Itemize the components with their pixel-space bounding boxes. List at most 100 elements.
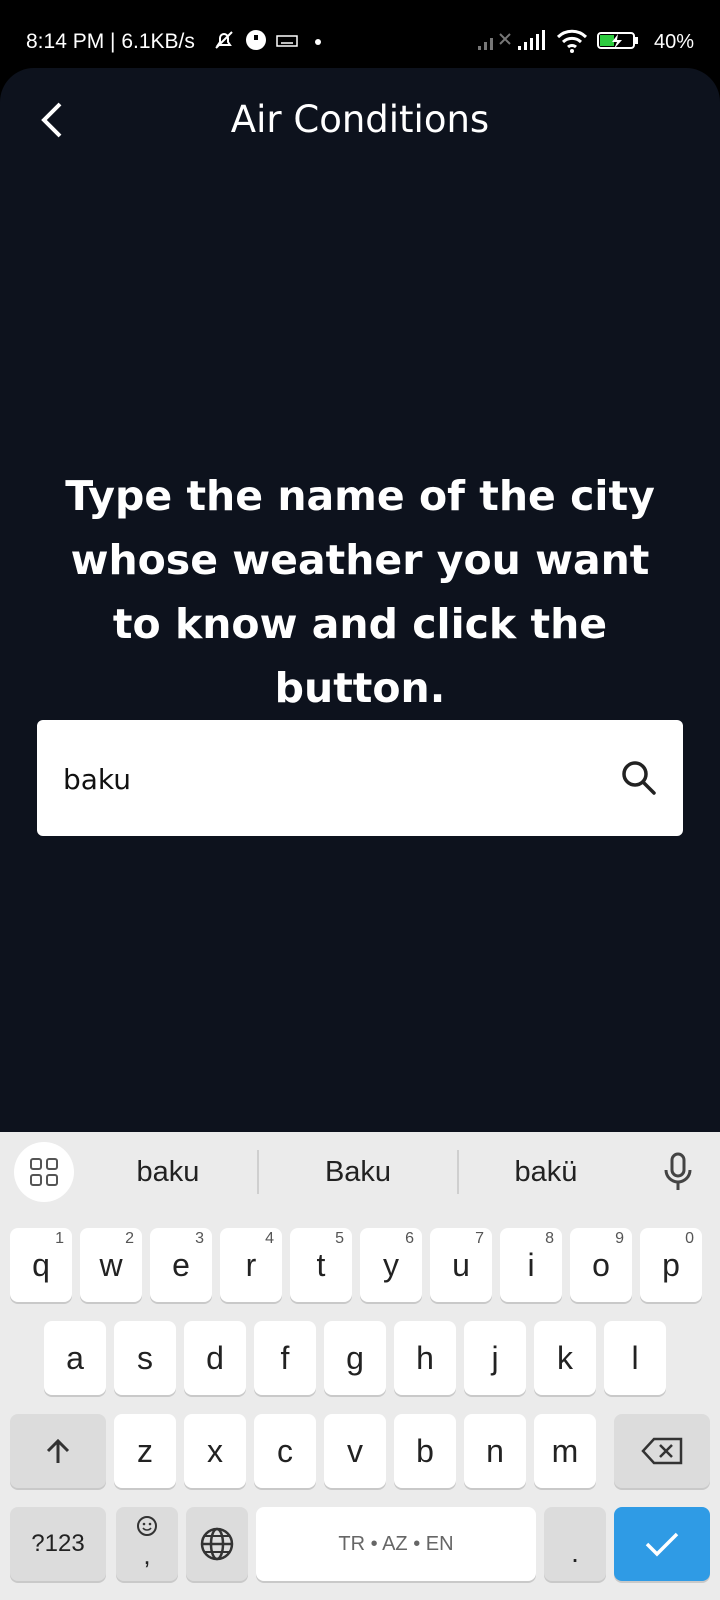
shift-key[interactable] <box>10 1414 106 1488</box>
key-z[interactable]: z <box>114 1414 176 1488</box>
key-label: z <box>137 1432 153 1469</box>
suggestion-1[interactable]: baku <box>88 1156 248 1189</box>
comma-key-label: , <box>143 1540 151 1570</box>
key-t[interactable]: 5t <box>290 1228 352 1302</box>
key-i[interactable]: 8i <box>500 1228 562 1302</box>
space-bar[interactable]: TR • AZ • EN <box>256 1507 536 1581</box>
globe-icon <box>200 1527 234 1561</box>
key-j[interactable]: j <box>464 1321 526 1395</box>
key-label: h <box>416 1339 434 1376</box>
key-d[interactable]: d <box>184 1321 246 1395</box>
search-icon <box>622 761 656 795</box>
key-a[interactable]: a <box>44 1321 106 1395</box>
key-g[interactable]: g <box>324 1321 386 1395</box>
battery-charging-icon <box>596 28 640 57</box>
key-e[interactable]: 3e <box>150 1228 212 1302</box>
key-label: n <box>486 1432 504 1469</box>
key-number-hint: 9 <box>615 1230 624 1247</box>
key-label: p <box>662 1246 680 1283</box>
key-number-hint: 2 <box>125 1230 134 1247</box>
key-number-hint: 4 <box>265 1230 274 1247</box>
key-b[interactable]: b <box>394 1414 456 1488</box>
status-time-speed: 8:14 PM | 6.1KB/s <box>26 30 195 53</box>
search-button[interactable] <box>619 758 659 798</box>
key-n[interactable]: n <box>464 1414 526 1488</box>
key-label: s <box>137 1339 153 1376</box>
symbols-key[interactable]: ?123 <box>10 1507 106 1581</box>
emoji-icon <box>137 1516 157 1536</box>
suggestion-divider <box>457 1150 459 1194</box>
key-label: g <box>346 1339 364 1376</box>
key-label: y <box>383 1246 399 1283</box>
key-label: k <box>557 1339 573 1376</box>
mute-bell-icon <box>212 28 236 57</box>
symbols-key-label: ?123 <box>31 1530 85 1557</box>
suggestion-3[interactable]: bakü <box>466 1156 626 1189</box>
app-notification-icon <box>244 28 268 57</box>
backspace-key[interactable] <box>614 1414 710 1488</box>
key-l[interactable]: l <box>604 1321 666 1395</box>
key-o[interactable]: 9o <box>570 1228 632 1302</box>
key-label: i <box>527 1246 535 1283</box>
suggestion-bar: baku Baku bakü <box>0 1132 720 1212</box>
period-key[interactable]: . <box>544 1507 606 1581</box>
page-title: Air Conditions <box>230 98 490 141</box>
key-number-hint: 6 <box>405 1230 414 1247</box>
key-label: t <box>316 1246 326 1283</box>
voice-input-button[interactable] <box>656 1150 700 1194</box>
microphone-icon <box>664 1152 692 1190</box>
key-label: o <box>592 1246 610 1283</box>
key-number-hint: 8 <box>545 1230 554 1247</box>
suggestion-2[interactable]: Baku <box>278 1156 438 1189</box>
period-key-label: . <box>571 1537 579 1568</box>
key-number-hint: 7 <box>475 1230 484 1247</box>
key-label: u <box>452 1246 470 1283</box>
space-bar-label: TR • AZ • EN <box>338 1532 454 1555</box>
shift-arrow-icon <box>46 1438 70 1463</box>
key-v[interactable]: v <box>324 1414 386 1488</box>
key-f[interactable]: f <box>254 1321 316 1395</box>
key-m[interactable]: m <box>534 1414 596 1488</box>
battery-percent: 40% <box>653 31 694 53</box>
key-r[interactable]: 4r <box>220 1228 282 1302</box>
key-label: a <box>66 1339 84 1376</box>
key-p[interactable]: 0p <box>640 1228 702 1302</box>
keyboard-notification-icon <box>276 28 298 57</box>
key-k[interactable]: k <box>534 1321 596 1395</box>
app-screen: Air Conditions Type the name of the city… <box>0 68 720 1132</box>
key-s[interactable]: s <box>114 1321 176 1395</box>
key-label: q <box>32 1246 50 1283</box>
signal-no-service-icon <box>476 28 514 57</box>
key-w[interactable]: 2w <box>80 1228 142 1302</box>
key-label: x <box>207 1432 223 1469</box>
key-label: r <box>245 1246 257 1283</box>
city-search-input[interactable] <box>61 750 605 808</box>
city-search-box <box>37 720 683 836</box>
key-label: d <box>206 1339 224 1376</box>
suggestion-divider <box>257 1150 259 1194</box>
signal-strength-icon <box>516 28 548 57</box>
key-label: l <box>631 1339 639 1376</box>
key-h[interactable]: h <box>394 1321 456 1395</box>
key-x[interactable]: x <box>184 1414 246 1488</box>
instruction-text: Type the name of the city whose weather … <box>65 472 655 712</box>
more-notifications-dot-icon <box>314 28 322 57</box>
key-label: m <box>551 1432 579 1469</box>
key-label: w <box>99 1246 123 1283</box>
key-label: b <box>416 1432 434 1469</box>
on-screen-keyboard: baku Baku bakü 1q2w3e4r5t6y7u8i9o0p asdf… <box>0 1132 720 1600</box>
comma-emoji-key[interactable]: , <box>116 1507 178 1581</box>
key-number-hint: 3 <box>195 1230 204 1247</box>
grid-icon <box>30 1158 58 1186</box>
key-number-hint: 1 <box>55 1230 64 1247</box>
key-y[interactable]: 6y <box>360 1228 422 1302</box>
key-label: f <box>280 1339 290 1376</box>
status-bar: 8:14 PM | 6.1KB/s 40% <box>0 0 720 68</box>
enter-key[interactable] <box>614 1507 710 1581</box>
key-c[interactable]: c <box>254 1414 316 1488</box>
key-q[interactable]: 1q <box>10 1228 72 1302</box>
wifi-icon <box>556 28 588 59</box>
key-u[interactable]: 7u <box>430 1228 492 1302</box>
keyboard-menu-button[interactable] <box>14 1142 74 1202</box>
language-key[interactable] <box>186 1507 248 1581</box>
